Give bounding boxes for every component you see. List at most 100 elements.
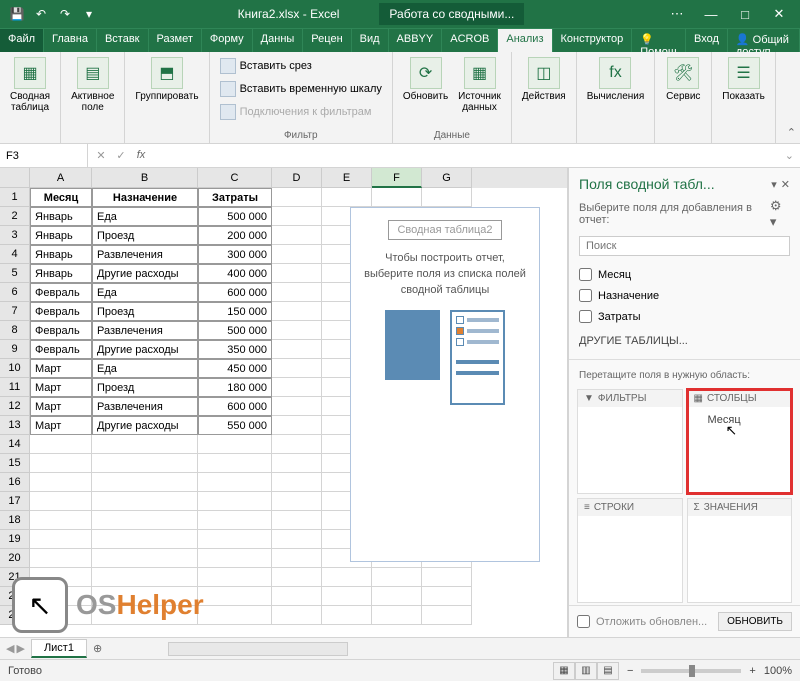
cell[interactable] [272,416,322,435]
maximize-button[interactable]: □ [730,3,760,25]
filters-drop-zone[interactable]: ▼ФИЛЬТРЫ [577,389,683,494]
field-month[interactable]: Месяц [579,264,790,285]
tab-data[interactable]: Данны [253,29,304,52]
cell[interactable] [272,302,322,321]
cell[interactable] [198,549,272,568]
refresh-button[interactable]: ⟳ Обновить [399,55,452,128]
cell[interactable] [92,549,198,568]
field-purpose-checkbox[interactable] [579,289,592,302]
cell[interactable] [92,511,198,530]
tab-abbyy[interactable]: ABBYY [389,29,443,52]
calculations-button[interactable]: fx Вычисления [583,55,649,141]
cell[interactable] [198,454,272,473]
cell[interactable] [272,359,322,378]
cell[interactable] [198,492,272,511]
field-pane-gear-button[interactable]: ⚙ ▾ [770,198,790,230]
col-header-c[interactable]: C [198,168,272,188]
cell[interactable]: 350 000 [198,340,272,359]
cell[interactable] [198,511,272,530]
cell[interactable]: Другие расходы [92,264,198,283]
cell[interactable]: 300 000 [198,245,272,264]
defer-update-checkbox[interactable] [577,615,590,628]
row-header[interactable]: 14 [0,435,30,454]
cell[interactable]: Развлечения [92,397,198,416]
tab-analyze[interactable]: Анализ [498,29,552,52]
tools-button[interactable]: 🛠 Сервис [661,55,705,141]
row-header[interactable]: 11 [0,378,30,397]
cell[interactable]: Февраль [30,283,92,302]
pivot-table-button[interactable]: ▦ Сводная таблица [6,55,54,141]
cell[interactable]: Еда [92,207,198,226]
tab-home[interactable]: Главна [44,29,97,52]
cancel-formula-button[interactable]: ✕ [92,149,110,162]
row-header[interactable]: 15 [0,454,30,473]
cell[interactable]: 200 000 [198,226,272,245]
cell[interactable] [272,207,322,226]
cell[interactable] [198,473,272,492]
cell[interactable]: Назначение [92,188,198,207]
cell[interactable]: 500 000 [198,207,272,226]
cell[interactable]: 600 000 [198,283,272,302]
cell[interactable]: Март [30,416,92,435]
cell[interactable]: Еда [92,283,198,302]
group-button[interactable]: ⬒ Группировать [131,55,202,141]
close-button[interactable]: ✕ [764,3,794,25]
cell[interactable]: Январь [30,264,92,283]
cell[interactable]: Март [30,359,92,378]
row-header[interactable]: 3 [0,226,30,245]
cell[interactable]: Март [30,378,92,397]
field-cost-checkbox[interactable] [579,310,592,323]
cell[interactable]: Развлечения [92,245,198,264]
tab-help[interactable]: 💡 Помощ [632,29,686,52]
row-header[interactable]: 2 [0,207,30,226]
field-search-input[interactable] [579,236,790,256]
tab-acrobat[interactable]: ACROB [442,29,498,52]
tab-formulas[interactable]: Форму [202,29,253,52]
cell[interactable] [92,492,198,511]
cell[interactable] [322,188,372,207]
cell[interactable]: 600 000 [198,397,272,416]
cell[interactable] [272,188,322,207]
row-header[interactable]: 10 [0,359,30,378]
tab-insert[interactable]: Вставк [97,29,149,52]
cell[interactable] [198,530,272,549]
accept-formula-button[interactable]: ✓ [112,149,130,162]
cell[interactable] [30,511,92,530]
col-header-a[interactable]: A [30,168,92,188]
cell[interactable]: Проезд [92,378,198,397]
ribbon-options-button[interactable]: ⋯ [662,3,692,25]
cell[interactable] [272,283,322,302]
cell[interactable]: Проезд [92,302,198,321]
tab-design[interactable]: Конструктор [553,29,633,52]
insert-timeline-button[interactable]: Вставить временную шкалу [216,78,386,100]
qat-customize[interactable]: ▾ [78,3,100,25]
cell[interactable] [372,587,422,606]
zoom-out-button[interactable]: − [627,665,633,677]
cell[interactable] [322,587,372,606]
cell[interactable] [272,245,322,264]
cell[interactable]: Январь [30,226,92,245]
save-button[interactable]: 💾 [6,3,28,25]
sheet-nav-next[interactable]: ▶ [16,642,24,655]
other-tables-link[interactable]: ДРУГИЕ ТАБЛИЦЫ... [569,327,800,355]
pivot-table-placeholder[interactable]: Сводная таблица2 Чтобы построить отчет, … [350,207,540,562]
cell[interactable]: Месяц [30,188,92,207]
tab-review[interactable]: Рецен [303,29,351,52]
cell[interactable] [272,549,322,568]
cell[interactable] [92,530,198,549]
horizontal-scrollbar[interactable] [168,642,348,656]
zoom-slider[interactable] [641,669,741,673]
cell[interactable] [272,606,322,625]
field-pane-close-button[interactable]: ✕ [781,178,790,191]
cell[interactable]: Январь [30,245,92,264]
cell[interactable]: 450 000 [198,359,272,378]
cell[interactable] [272,473,322,492]
insert-slicer-button[interactable]: Вставить срез [216,55,386,77]
row-header[interactable]: 17 [0,492,30,511]
cell[interactable] [372,568,422,587]
row-header[interactable]: 6 [0,283,30,302]
cell[interactable] [198,606,272,625]
cell[interactable]: Развлечения [92,321,198,340]
cell[interactable] [422,568,472,587]
cell[interactable] [198,568,272,587]
